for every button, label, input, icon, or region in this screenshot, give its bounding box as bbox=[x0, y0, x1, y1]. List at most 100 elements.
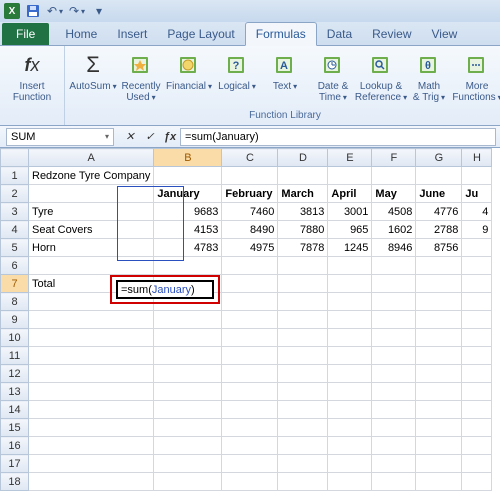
cell-G7[interactable] bbox=[416, 275, 462, 293]
cell-C8[interactable] bbox=[222, 293, 278, 311]
cell-B2[interactable]: January bbox=[154, 185, 222, 203]
cell-C17[interactable] bbox=[222, 455, 278, 473]
cell-B16[interactable] bbox=[154, 437, 222, 455]
cell-F14[interactable] bbox=[372, 401, 416, 419]
row-header-10[interactable]: 10 bbox=[1, 329, 29, 347]
row-header-14[interactable]: 14 bbox=[1, 401, 29, 419]
cell-H11[interactable] bbox=[462, 347, 492, 365]
fx-icon[interactable]: ƒx bbox=[160, 128, 180, 146]
cell-H5[interactable] bbox=[462, 239, 492, 257]
qat-dropdown-icon[interactable]: ▾ bbox=[90, 2, 108, 20]
cell-A11[interactable] bbox=[29, 347, 154, 365]
autosum-button[interactable]: Σ AutoSum▾ bbox=[71, 48, 115, 94]
cell-G14[interactable] bbox=[416, 401, 462, 419]
cell-G5[interactable]: 8756 bbox=[416, 239, 462, 257]
cell-E10[interactable] bbox=[328, 329, 372, 347]
cell-E3[interactable]: 3001 bbox=[328, 203, 372, 221]
cell-F4[interactable]: 1602 bbox=[372, 221, 416, 239]
row-header-12[interactable]: 12 bbox=[1, 365, 29, 383]
tab-view[interactable]: View bbox=[422, 23, 468, 45]
cell-D14[interactable] bbox=[278, 401, 328, 419]
cell-C14[interactable] bbox=[222, 401, 278, 419]
cell-E7[interactable] bbox=[328, 275, 372, 293]
cell-C16[interactable] bbox=[222, 437, 278, 455]
cell-H14[interactable] bbox=[462, 401, 492, 419]
cell-E5[interactable]: 1245 bbox=[328, 239, 372, 257]
cell-B12[interactable] bbox=[154, 365, 222, 383]
cell-E6[interactable] bbox=[328, 257, 372, 275]
cell-A4[interactable]: Seat Covers bbox=[29, 221, 154, 239]
financial-button[interactable]: Financial▾ bbox=[167, 48, 211, 94]
cell-F15[interactable] bbox=[372, 419, 416, 437]
cell-B10[interactable] bbox=[154, 329, 222, 347]
cell-B17[interactable] bbox=[154, 455, 222, 473]
cell-C18[interactable] bbox=[222, 473, 278, 491]
cell-A14[interactable] bbox=[29, 401, 154, 419]
insert-function-button[interactable]: fx Insert Function bbox=[6, 48, 58, 105]
cell-G2[interactable]: June bbox=[416, 185, 462, 203]
cell-B4[interactable]: 4153 bbox=[154, 221, 222, 239]
cell-G6[interactable] bbox=[416, 257, 462, 275]
cell-H9[interactable] bbox=[462, 311, 492, 329]
cell-B3[interactable]: 9683 bbox=[154, 203, 222, 221]
cell-D12[interactable] bbox=[278, 365, 328, 383]
cell-A12[interactable] bbox=[29, 365, 154, 383]
cancel-icon[interactable]: ✕ bbox=[120, 128, 140, 146]
cell-A6[interactable] bbox=[29, 257, 154, 275]
cell-B18[interactable] bbox=[154, 473, 222, 491]
cell-G18[interactable] bbox=[416, 473, 462, 491]
cell-C7[interactable] bbox=[222, 275, 278, 293]
cell-G12[interactable] bbox=[416, 365, 462, 383]
cell-B6[interactable] bbox=[154, 257, 222, 275]
col-header-F[interactable]: F bbox=[372, 149, 416, 167]
cell-D4[interactable]: 7880 bbox=[278, 221, 328, 239]
row-header-5[interactable]: 5 bbox=[1, 239, 29, 257]
row-header-3[interactable]: 3 bbox=[1, 203, 29, 221]
cell-F5[interactable]: 8946 bbox=[372, 239, 416, 257]
math-trig-button[interactable]: θ Math & Trig▾ bbox=[407, 48, 451, 105]
cell-H6[interactable] bbox=[462, 257, 492, 275]
cell-C1[interactable] bbox=[222, 167, 278, 185]
cell-B9[interactable] bbox=[154, 311, 222, 329]
cell-D11[interactable] bbox=[278, 347, 328, 365]
col-header-E[interactable]: E bbox=[328, 149, 372, 167]
cell-G3[interactable]: 4776 bbox=[416, 203, 462, 221]
cell-E11[interactable] bbox=[328, 347, 372, 365]
cell-H10[interactable] bbox=[462, 329, 492, 347]
row-header-11[interactable]: 11 bbox=[1, 347, 29, 365]
cell-A2[interactable] bbox=[29, 185, 154, 203]
cell-F13[interactable] bbox=[372, 383, 416, 401]
cell-F3[interactable]: 4508 bbox=[372, 203, 416, 221]
cell-H7[interactable] bbox=[462, 275, 492, 293]
cell-D10[interactable] bbox=[278, 329, 328, 347]
col-header-H[interactable]: H bbox=[462, 149, 492, 167]
more-functions-button[interactable]: More Functions▾ bbox=[455, 48, 499, 105]
text-button[interactable]: A Text▾ bbox=[263, 48, 307, 94]
cell-H8[interactable] bbox=[462, 293, 492, 311]
cell-C3[interactable]: 7460 bbox=[222, 203, 278, 221]
cell-G13[interactable] bbox=[416, 383, 462, 401]
cell-E18[interactable] bbox=[328, 473, 372, 491]
lookup-button[interactable]: Lookup & Reference▾ bbox=[359, 48, 403, 105]
cell-E9[interactable] bbox=[328, 311, 372, 329]
cell-A3[interactable]: Tyre bbox=[29, 203, 154, 221]
cell-H16[interactable] bbox=[462, 437, 492, 455]
tab-review[interactable]: Review bbox=[362, 23, 421, 45]
recently-used-button[interactable]: Recently Used▾ bbox=[119, 48, 163, 105]
cell-F7[interactable] bbox=[372, 275, 416, 293]
row-header-6[interactable]: 6 bbox=[1, 257, 29, 275]
cell-F1[interactable] bbox=[372, 167, 416, 185]
cell-E12[interactable] bbox=[328, 365, 372, 383]
cell-D18[interactable] bbox=[278, 473, 328, 491]
redo-icon[interactable]: ↷▾ bbox=[68, 2, 86, 20]
row-header-1[interactable]: 1 bbox=[1, 167, 29, 185]
cell-A17[interactable] bbox=[29, 455, 154, 473]
cell-G15[interactable] bbox=[416, 419, 462, 437]
file-tab[interactable]: File bbox=[2, 23, 49, 45]
cell-H3[interactable]: 4 bbox=[462, 203, 492, 221]
cell-G17[interactable] bbox=[416, 455, 462, 473]
select-all-corner[interactable] bbox=[1, 149, 29, 167]
cell-G16[interactable] bbox=[416, 437, 462, 455]
row-header-4[interactable]: 4 bbox=[1, 221, 29, 239]
cell-E1[interactable] bbox=[328, 167, 372, 185]
